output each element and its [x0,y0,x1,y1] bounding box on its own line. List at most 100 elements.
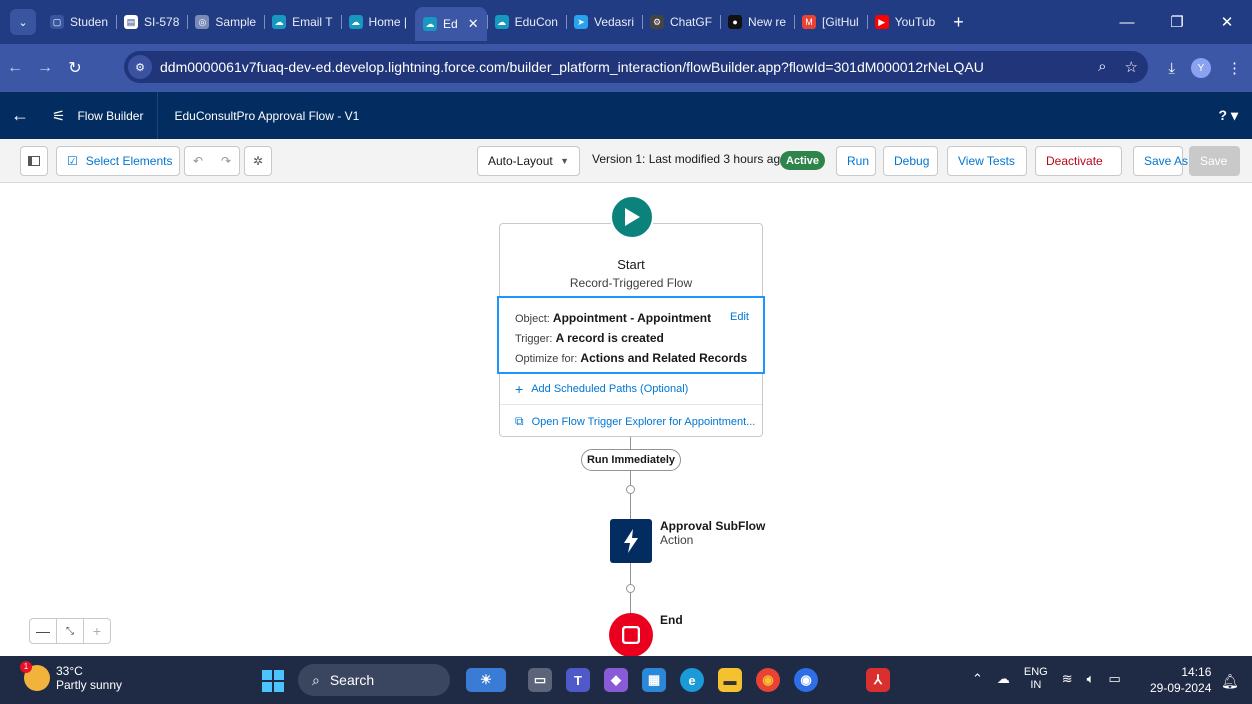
battery-icon[interactable]: ▭ [1108,671,1120,687]
debug-label: Debug [894,154,930,168]
browser-tab[interactable]: ◎ Sample [187,7,264,37]
tab-favicon-icon: ☁ [423,17,438,31]
lang-region: IN [1030,679,1042,691]
add-scheduled-paths-link[interactable]: + Add Scheduled Paths (Optional) [515,381,688,397]
back-icon[interactable]: ← [0,59,30,77]
file-explorer-icon[interactable]: ▬ [718,668,742,692]
end-node-icon[interactable] [609,613,653,657]
browser-tab[interactable]: M [GitHul [794,7,867,37]
deactivate-label: Deactivate [1046,154,1103,168]
weather-widget[interactable]: 1 33°C Partly sunny [20,661,122,692]
edit-trigger-link[interactable]: Edit [730,311,749,323]
task-view-icon[interactable]: ▭ [528,668,552,692]
view-tests-button[interactable]: View Tests [947,146,1027,176]
new-tab-button[interactable]: + [953,12,964,33]
onedrive-cloud-icon[interactable]: ☁ [997,671,1010,687]
tab-favicon-icon: ▶ [874,15,889,29]
settings-gear-button[interactable]: ✲ [244,146,272,176]
card-divider [500,404,762,405]
profile-avatar[interactable]: Y [1191,58,1211,78]
close-tab-icon[interactable]: ✕ [468,16,479,32]
browser-tab[interactable]: ☁ EduCon [486,7,566,37]
header-divider [157,92,159,139]
windows-start-icon[interactable] [262,670,284,692]
trigger-value: A record is created [555,331,664,345]
store-icon[interactable]: ▦ [642,668,666,692]
browser-tab[interactable]: ▶ YouTub [866,7,943,37]
undo-icon[interactable]: ↶ [193,154,203,168]
url-omnibox[interactable]: ⚙ ddm0000061v7fuaq-dev-ed.develop.lightn… [124,51,1148,83]
pdf-reader-icon[interactable]: ⅄ [866,668,890,692]
language-indicator[interactable]: ENG IN [1024,666,1048,692]
select-elements-button[interactable]: ☑ Select Elements [56,146,180,176]
version-info: Version 1: Last modified 3 hours ago [592,152,787,166]
back-arrow-icon[interactable]: ← [0,105,40,126]
copilot-icon[interactable]: ◆ [604,668,628,692]
run-immediately-label[interactable]: Run Immediately [581,449,681,471]
browser-tab[interactable]: ▤ SI-578 [116,7,187,37]
redo-icon[interactable]: ↷ [221,154,231,168]
temperature: 33°C [56,664,83,678]
tab-favicon-icon: ☁ [348,15,363,29]
auto-layout-select[interactable]: Auto-Layout ▼ [477,146,580,176]
chevron-up-icon[interactable]: ⌃ [972,671,983,687]
save-button[interactable]: Save [1189,146,1240,176]
start-node-icon[interactable] [610,195,654,239]
site-info-icon[interactable]: ⚙ [128,55,152,79]
tab-title: SI-578 [144,15,180,29]
minimize-icon[interactable]: — [1102,14,1152,31]
browser-tab[interactable]: ➤ Vedasri [565,7,642,37]
optimize-value: Actions and Related Records [580,351,748,365]
trigger-details-panel[interactable]: Object: Appointment - Appointment Edit T… [497,296,765,374]
url-text[interactable]: ddm0000061v7fuaq-dev-ed.develop.lightnin… [160,59,984,75]
deactivate-button[interactable]: Deactivate [1035,146,1122,176]
forward-icon[interactable]: → [30,59,60,77]
zoom-in-button[interactable]: + [84,619,110,643]
browser-tab[interactable]: ⚙ ChatGF [642,7,720,37]
help-menu-button[interactable]: ? ▾ [1219,107,1238,124]
tab-favicon-icon: ☁ [494,15,509,29]
edge-icon[interactable]: e [680,668,704,692]
browser-tab[interactable]: ● New re [720,7,794,37]
address-bar-row: ← → ↻ ⚙ ddm0000061v7fuaq-dev-ed.develop.… [0,44,1252,92]
add-element-node[interactable] [626,485,635,494]
weather-icon: 1 [20,661,50,691]
action-node-icon[interactable] [610,519,652,563]
clock[interactable]: 14:16 29-09-2024 [1150,664,1211,696]
volume-icon[interactable]: 🔈︎ [1087,671,1095,687]
wifi-icon[interactable]: ≋ [1062,671,1073,687]
taskbar-search[interactable]: ⌕ Search [298,664,450,696]
browser-menu-icon[interactable]: ⋮ [1227,59,1242,77]
download-icon[interactable]: ⤓ [1168,60,1175,77]
tab-search-chevron-icon[interactable]: ⌄ [10,9,36,35]
open-trigger-explorer-link[interactable]: ⧉ Open Flow Trigger Explorer for Appoint… [515,414,755,429]
debug-button[interactable]: Debug [883,146,938,176]
zoom-icon[interactable]: ⌕ [1098,58,1106,76]
bookmark-star-icon[interactable]: ☆ [1125,58,1138,76]
object-row: Object: Appointment - Appointment [515,311,711,325]
action-title[interactable]: Approval SubFlow [660,519,765,533]
teams-icon[interactable]: T [566,668,590,692]
chrome-profile-icon[interactable]: ◉ [794,668,818,692]
fit-to-view-button[interactable]: ⤡ [57,619,84,643]
chrome-icon[interactable]: ◉ [756,668,780,692]
save-label: Save [1200,154,1228,168]
widgets-icon[interactable]: ☀ [466,668,506,692]
browser-tab[interactable]: ☁ Email T [264,7,340,37]
add-element-node[interactable] [626,584,635,593]
zoom-out-button[interactable]: — [30,619,57,643]
tab-favicon-icon: ⚙ [650,15,665,29]
browser-tab[interactable]: ☁ Ed ✕ [415,7,487,41]
reload-icon[interactable]: ↻ [60,58,90,78]
restore-icon[interactable]: ❐ [1152,13,1202,31]
browser-tab[interactable]: ☁ Home | [340,7,415,37]
window-controls: — ❐ ✕ [1102,0,1252,44]
notification-bell-icon[interactable]: 🔔︎ [1221,673,1239,690]
browser-tab[interactable]: ▢ Studen [42,7,116,37]
browser-tab-strip: ⌄ ▢ Studen ▤ SI-578 ◎ Sample ☁ Email T ☁ Home | ☁ E… [0,0,1252,44]
run-button[interactable]: Run [836,146,876,176]
tab-favicon-icon: ▤ [124,15,139,29]
close-window-icon[interactable]: ✕ [1202,13,1252,31]
toggle-panel-button[interactable] [20,146,48,176]
save-as-button[interactable]: Save As [1133,146,1188,176]
